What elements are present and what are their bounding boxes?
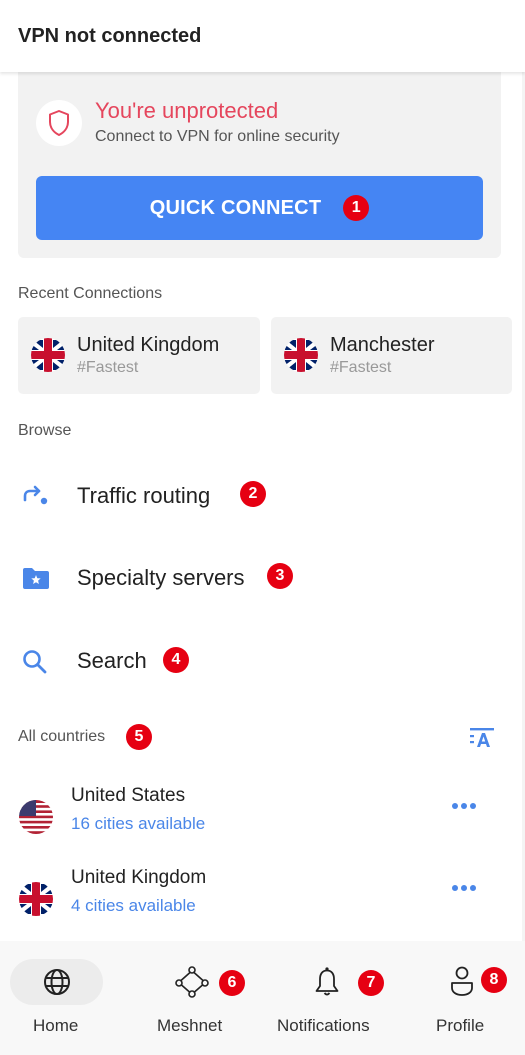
cities-available[interactable]: 4 cities available <box>71 896 196 916</box>
us-flag-icon <box>19 800 53 839</box>
quick-connect-label: QUICK CONNECT <box>149 196 322 219</box>
folder-star-icon <box>22 566 50 595</box>
unprotected-title: You're unprotected <box>95 98 279 123</box>
nav-home[interactable]: Home <box>0 941 115 1055</box>
recent-tag: #Fastest <box>330 359 392 376</box>
profile-icon <box>451 966 473 996</box>
uk-flag-icon <box>284 338 318 377</box>
more-options-button[interactable] <box>452 885 476 891</box>
top-bar: VPN not connected <box>0 0 525 72</box>
dot <box>461 803 467 809</box>
cities-available[interactable]: 16 cities available <box>71 814 205 834</box>
more-options-button[interactable] <box>452 803 476 809</box>
browse-label: Browse <box>18 422 72 439</box>
country-row[interactable]: United States 16 cities available <box>0 785 525 865</box>
dot <box>452 803 458 809</box>
quick-connect-button[interactable]: QUICK CONNECT 1 <box>36 176 483 240</box>
browse-item-label: Search <box>77 648 147 673</box>
dot <box>470 803 476 809</box>
shield-icon <box>49 110 69 136</box>
annotation-badge: 3 <box>267 563 293 589</box>
sort-alpha-icon[interactable] <box>469 727 495 754</box>
browse-item-label: Specialty servers <box>77 565 245 590</box>
nav-meshnet[interactable]: 6 Meshnet <box>140 941 260 1055</box>
recent-name: Manchester <box>330 334 435 356</box>
globe-icon <box>43 969 70 995</box>
recent-connections-label: Recent Connections <box>18 285 163 302</box>
search-icon <box>22 649 50 680</box>
browse-item-traffic-routing[interactable]: Traffic routing 2 <box>0 466 525 526</box>
bottom-navigation: Home 6 Meshnet 7 Notifications 8 Profile <box>0 941 525 1055</box>
nav-label: Notifications <box>277 1016 370 1035</box>
annotation-badge: 8 <box>481 967 507 993</box>
dot <box>461 885 467 891</box>
browse-item-specialty-servers[interactable]: Specialty servers 3 <box>0 548 525 608</box>
dot <box>452 885 458 891</box>
unprotected-subtitle: Connect to VPN for online security <box>95 128 340 145</box>
shield-badge <box>36 100 82 146</box>
country-name: United States <box>71 785 186 806</box>
browse-item-search[interactable]: Search 4 <box>0 631 525 691</box>
bell-icon <box>315 967 339 996</box>
vpn-status-title: VPN not connected <box>18 25 202 47</box>
nav-notifications[interactable]: 7 Notifications <box>270 941 390 1055</box>
annotation-badge: 4 <box>163 647 189 673</box>
nav-label: Profile <box>436 1016 485 1035</box>
recent-name: United Kingdom <box>77 334 220 356</box>
dot <box>470 885 476 891</box>
nav-label: Meshnet <box>157 1016 223 1035</box>
traffic-routing-icon <box>22 484 50 513</box>
annotation-badge: 7 <box>358 970 384 996</box>
active-indicator <box>10 959 103 1005</box>
uk-flag-icon <box>31 338 65 377</box>
annotation-badge: 2 <box>240 481 266 507</box>
annotation-badge: 6 <box>219 970 245 996</box>
uk-flag-icon <box>19 882 53 921</box>
country-row[interactable]: United Kingdom 4 cities available <box>0 867 525 947</box>
protection-status-card: You're unprotected Connect to VPN for on… <box>18 72 501 258</box>
annotation-badge: 1 <box>343 195 370 221</box>
browse-item-label: Traffic routing <box>77 483 211 508</box>
recent-connection-card[interactable]: Manchester #Fastest <box>271 317 512 394</box>
country-name: United Kingdom <box>71 867 207 888</box>
recent-connection-card[interactable]: United Kingdom #Fastest <box>18 317 260 394</box>
all-countries-label: All countries <box>18 728 106 745</box>
meshnet-icon <box>175 966 209 998</box>
nav-label: Home <box>33 1016 79 1035</box>
nav-profile[interactable]: 8 Profile <box>420 941 525 1055</box>
recent-tag: #Fastest <box>77 359 139 376</box>
annotation-badge: 5 <box>126 724 152 750</box>
